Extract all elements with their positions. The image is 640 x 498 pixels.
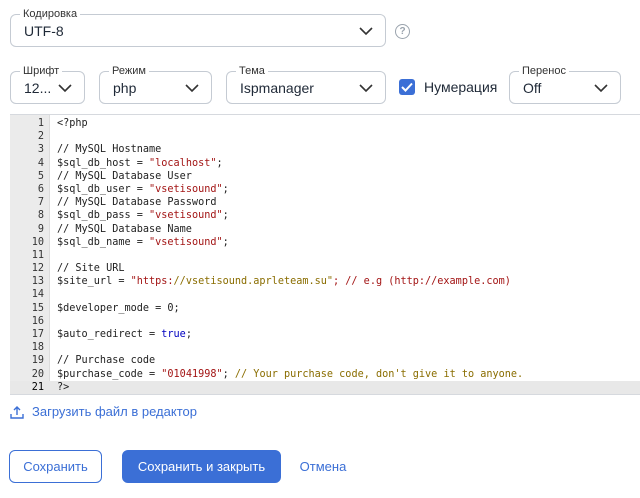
code-text: // MySQL Hostname: [57, 144, 162, 156]
line-number: 2: [37, 131, 44, 143]
font-value: 12...: [24, 79, 52, 96]
line-number: 10: [31, 236, 44, 248]
wrap-select[interactable]: Перенос Off: [509, 64, 621, 104]
line-number: 19: [31, 355, 44, 367]
line-number: 12: [31, 263, 44, 275]
code-line: 9 // MySQL Database Name: [10, 223, 640, 236]
upload-file-link[interactable]: Загрузить файл в редактор: [10, 404, 197, 419]
code-text: // MySQL Database User: [57, 170, 192, 182]
line-number: 7: [37, 197, 44, 209]
code-line: 10 $sql_db_name = "vsetisound";: [10, 236, 640, 249]
code-text: // Purchase code: [57, 355, 156, 367]
line-number: 21: [31, 381, 44, 393]
chevron-down-icon: [185, 83, 199, 92]
code-text: $sql_db_host = "localhost";: [57, 157, 223, 169]
upload-file-label: Загрузить файл в редактор: [32, 404, 197, 419]
line-number: 11: [31, 249, 44, 261]
code-text: $auto_redirect = true;: [57, 329, 192, 340]
code-line: 1 <?php: [10, 117, 640, 130]
line-number: 15: [31, 302, 44, 314]
font-select[interactable]: Шрифт 12...: [10, 64, 85, 104]
code-line: 19 // Purchase code: [10, 354, 640, 367]
line-number: 13: [31, 276, 44, 288]
code-line: 14: [10, 288, 640, 301]
code-text: $sql_db_user = "vsetisound";: [57, 183, 229, 195]
checkmark-icon: [401, 82, 413, 92]
mode-value: php: [113, 79, 137, 96]
numbering-checkbox[interactable]: [399, 79, 415, 95]
chevron-down-icon: [58, 83, 72, 92]
code-text: $developer_mode = 0;: [57, 302, 180, 314]
code-line: 17 $auto_redirect = true;: [10, 328, 640, 341]
code-text: $sql_db_pass = "vsetisound";: [57, 210, 229, 222]
line-number: 1: [37, 118, 44, 129]
code-line: 13 $site_url = "https://vsetisound.aprlet…: [10, 275, 640, 288]
line-number: 5: [37, 170, 44, 182]
code-line: 18: [10, 341, 640, 354]
mode-select[interactable]: Режим php: [99, 64, 212, 104]
code-line: 12 // Site URL: [10, 262, 640, 275]
chevron-down-icon: [594, 83, 608, 92]
code-text: // Site URL: [57, 263, 125, 275]
line-number: 14: [31, 289, 44, 301]
line-number: 18: [31, 342, 44, 354]
code-lines: 1 <?php 2 3 // MySQL Hostname 4 $sql_db_host =…: [10, 117, 640, 394]
code-text: $sql_db_name = "vsetisound";: [57, 236, 229, 248]
line-number: 3: [37, 144, 44, 156]
wrap-value: Off: [523, 79, 542, 96]
theme-select[interactable]: Тема Ispmanager: [226, 64, 386, 104]
chevron-down-icon: [359, 26, 373, 35]
code-line: 8 $sql_db_pass = "vsetisound";: [10, 209, 640, 222]
code-line: 20 $purchase_code = "01041998"; // Your p…: [10, 368, 640, 381]
cancel-button[interactable]: Отмена: [291, 450, 355, 483]
line-number: 6: [37, 183, 44, 195]
code-text: ?>: [57, 381, 70, 393]
upload-file-icon: [10, 405, 24, 419]
save-button[interactable]: Сохранить: [9, 450, 102, 483]
line-number: 20: [31, 368, 44, 380]
code-line: 15 $developer_mode = 0;: [10, 302, 640, 315]
theme-value: Ispmanager: [240, 79, 314, 96]
code-line: 6 $sql_db_user = "vsetisound";: [10, 183, 640, 196]
line-number: 17: [31, 329, 44, 340]
code-line: 5 // MySQL Database User: [10, 170, 640, 183]
line-number: 16: [31, 315, 44, 327]
line-number: 4: [37, 157, 44, 169]
code-line: 2: [10, 130, 640, 143]
question-circle-icon[interactable]: ?: [395, 24, 410, 39]
line-number: 8: [37, 210, 44, 222]
encoding-value: UTF-8: [24, 22, 64, 39]
code-text: $site_url = "https://vsetisound.aprletea…: [57, 276, 511, 288]
line-number: 9: [37, 223, 44, 235]
encoding-select[interactable]: Кодировка UTF-8: [10, 7, 386, 47]
code-text: // MySQL Database Name: [57, 223, 192, 235]
code-text: $purchase_code = "01041998"; // Your pur…: [57, 368, 524, 380]
chevron-down-icon: [359, 83, 373, 92]
code-line: 3 // MySQL Hostname: [10, 143, 640, 156]
code-line: 7 // MySQL Database Password: [10, 196, 640, 209]
code-line: 11: [10, 249, 640, 262]
numbering-label[interactable]: Нумерация: [424, 79, 497, 96]
save-and-close-button[interactable]: Сохранить и закрыть: [122, 450, 281, 483]
code-text: <?php: [57, 118, 88, 129]
code-editor[interactable]: 1 <?php 2 3 // MySQL Hostname 4 $sql_db_host =…: [10, 114, 640, 395]
code-line: 4 $sql_db_host = "localhost";: [10, 157, 640, 170]
code-line: 21 ?>: [10, 380, 640, 394]
code-line: 16: [10, 315, 640, 328]
code-text: // MySQL Database Password: [57, 197, 217, 209]
